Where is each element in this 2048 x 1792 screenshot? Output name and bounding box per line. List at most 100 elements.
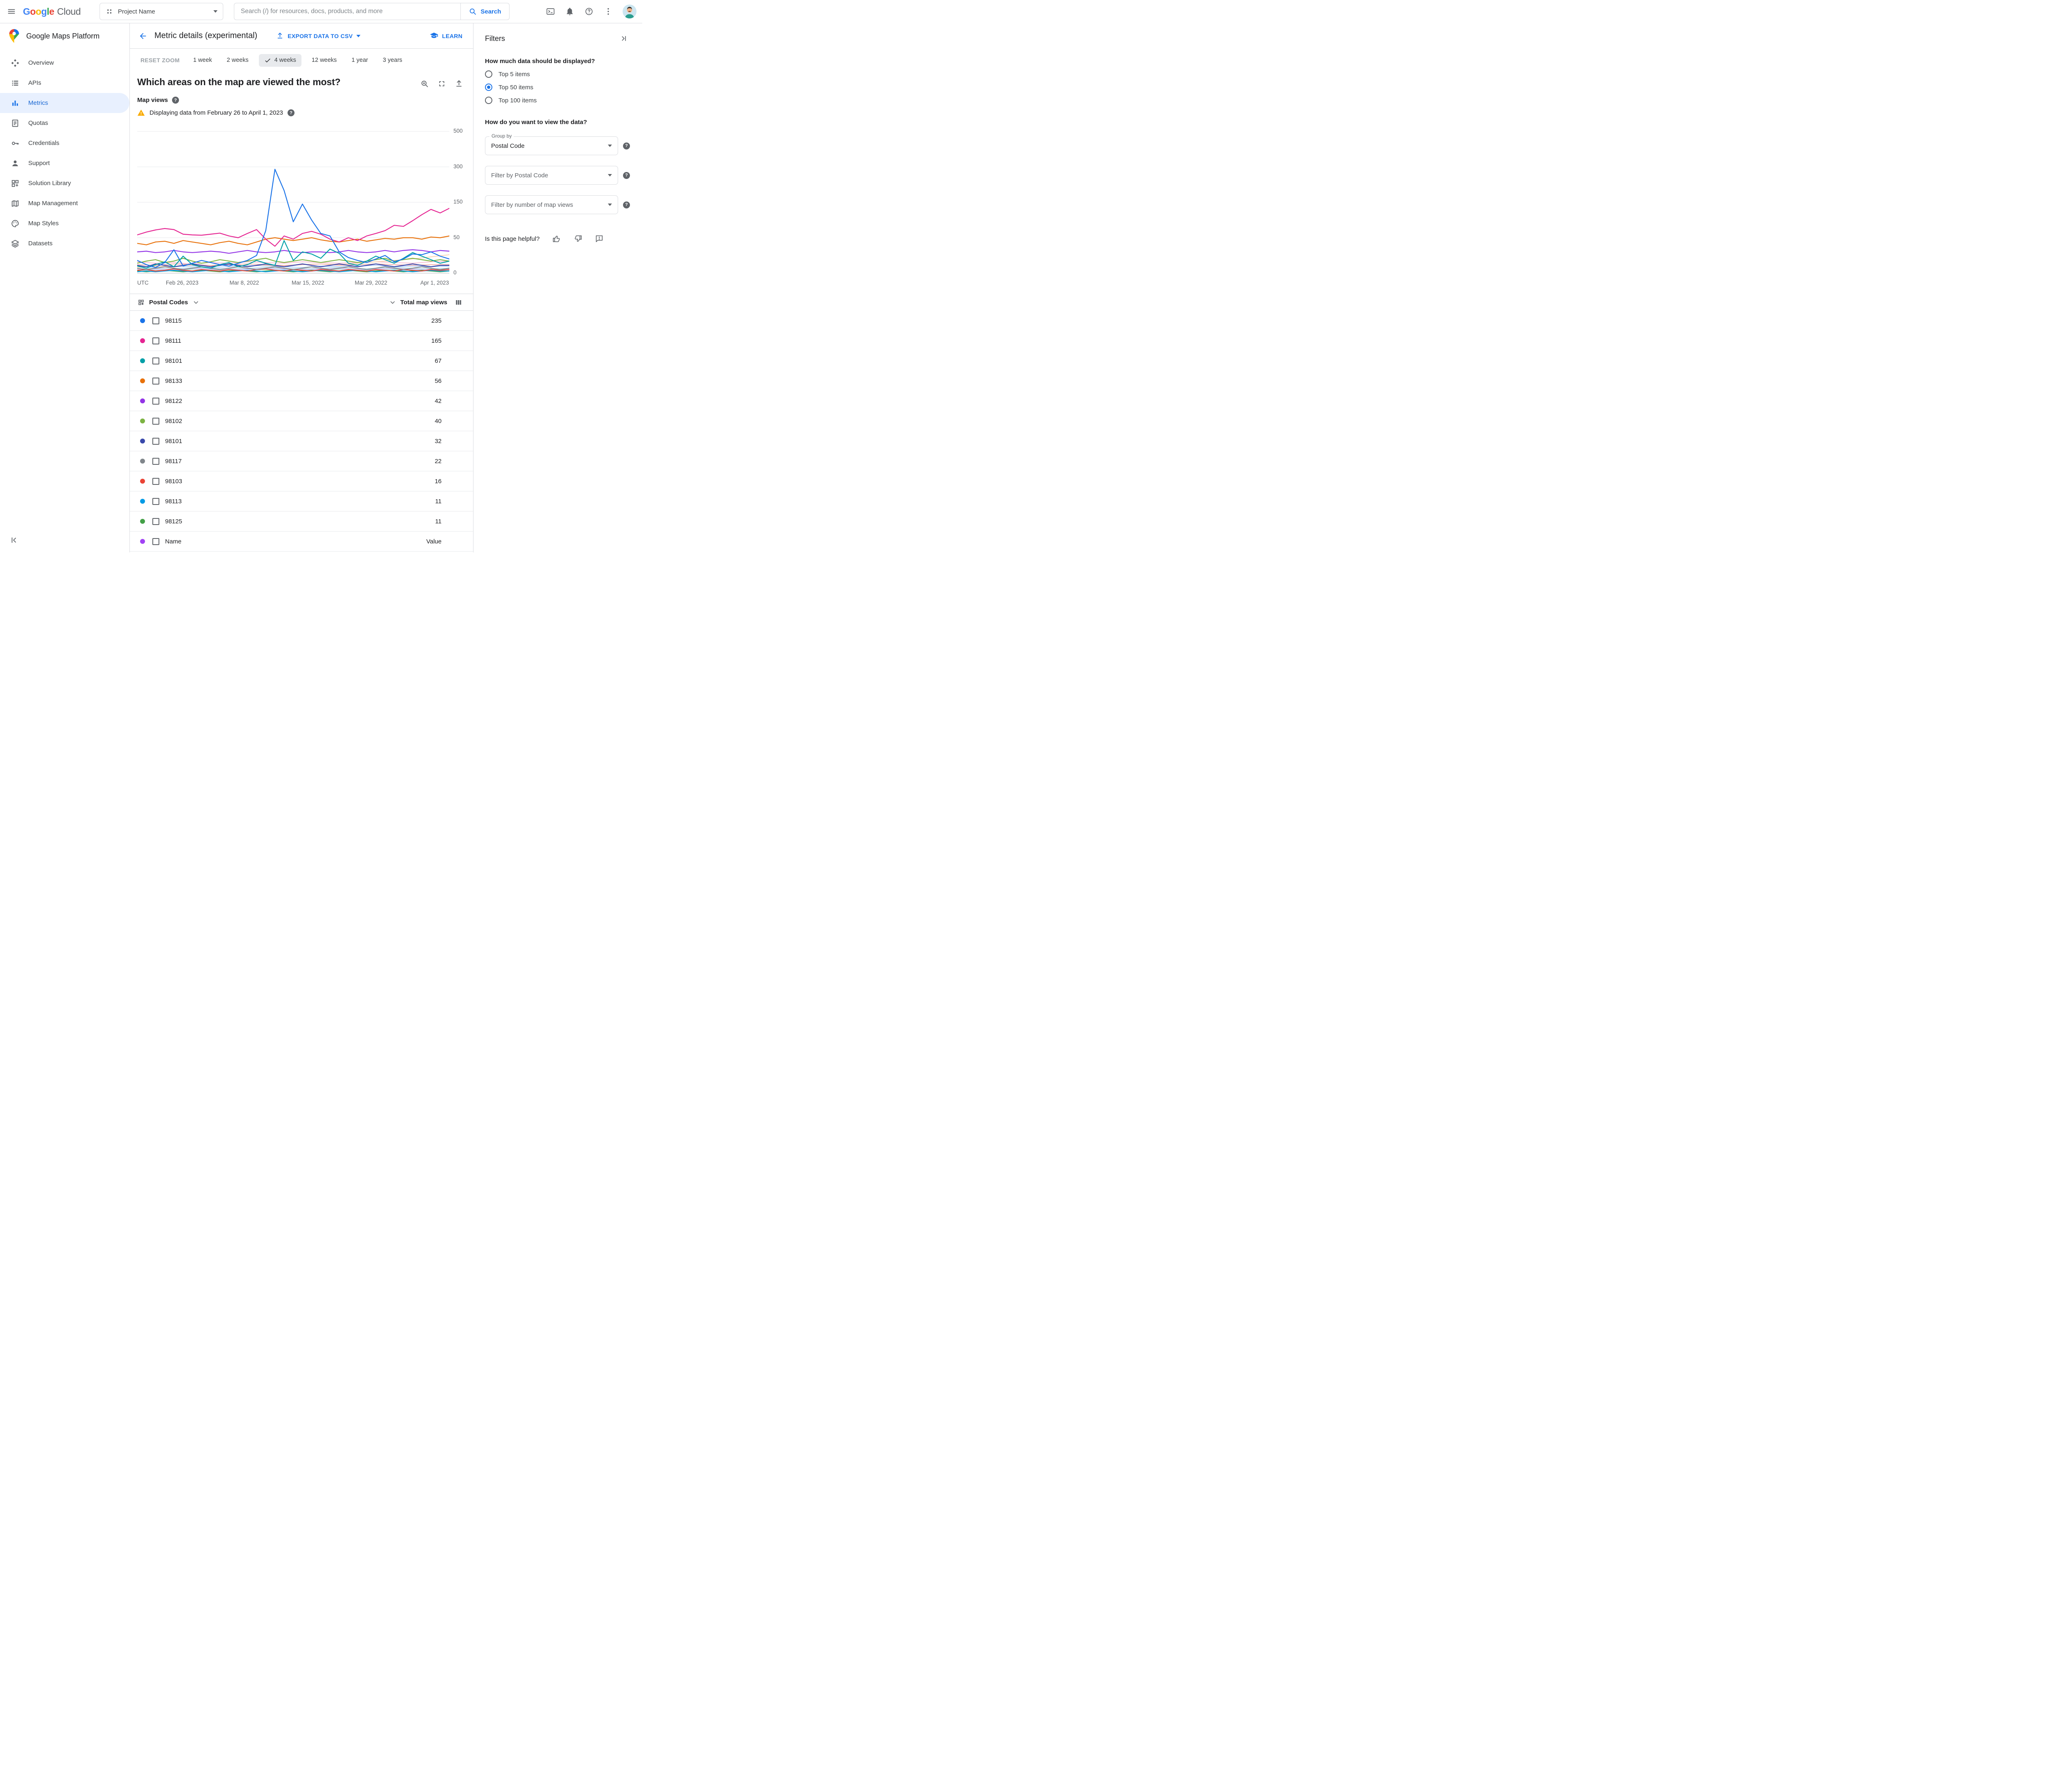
thumbs-down-button[interactable] [572, 233, 584, 244]
close-filters-button[interactable] [618, 32, 630, 45]
reset-zoom-button[interactable]: RESET ZOOM [140, 57, 180, 63]
column-settings-button[interactable] [455, 299, 462, 306]
time-range-1-year[interactable]: 1 year [347, 54, 372, 66]
row-checkbox[interactable] [152, 477, 159, 485]
time-range-3-years[interactable]: 3 years [378, 54, 407, 66]
table-row[interactable]: 98115 235 [130, 311, 473, 331]
help-icon[interactable]: ? [623, 201, 630, 208]
series-color-dot [140, 459, 145, 464]
time-range-1-week[interactable]: 1 week [189, 54, 217, 66]
sidebar-item-support[interactable]: Support [0, 153, 129, 173]
chevron-down-icon [608, 174, 612, 176]
row-checkbox[interactable] [152, 498, 159, 505]
map-views-chart[interactable]: 500 300 150 50 0 [137, 128, 466, 276]
collapse-sidebar-button[interactable] [6, 532, 22, 548]
row-checkbox[interactable] [152, 317, 159, 324]
chart-toolbar [417, 77, 466, 91]
sidebar-item-metrics[interactable]: Metrics [0, 93, 129, 113]
search-button[interactable]: Search [460, 3, 510, 20]
collapse-right-icon [622, 36, 626, 41]
sidebar-item-map-management[interactable]: Map Management [0, 193, 129, 213]
row-checkbox[interactable] [152, 417, 159, 425]
help-icon[interactable]: ? [288, 109, 295, 116]
radio-icon[interactable] [485, 97, 492, 104]
row-checkbox[interactable] [152, 337, 159, 344]
x-axis-tick-label: Mar 29, 2022 [354, 280, 387, 286]
thumbs-up-button[interactable] [551, 233, 562, 244]
export-csv-button[interactable]: EXPORT DATA TO CSV [276, 32, 361, 40]
table-row[interactable]: 98111 165 [130, 331, 473, 351]
postal-code-cell: 98125 [165, 518, 182, 525]
chevron-down-icon [390, 301, 395, 304]
table-row[interactable]: 98122 42 [130, 391, 473, 411]
sidebar-item-apis[interactable]: APIs [0, 73, 129, 93]
table-row[interactable]: 98101 67 [130, 351, 473, 371]
cloud-shell-button[interactable] [542, 3, 559, 20]
row-checkbox[interactable] [152, 518, 159, 525]
row-checkbox[interactable] [152, 397, 159, 405]
help-icon[interactable]: ? [623, 142, 630, 149]
group-by-select[interactable]: Group by Postal Code [485, 133, 618, 155]
sidebar-item-overview[interactable]: Overview [0, 53, 129, 73]
postal-code-cell: 98103 [165, 477, 182, 485]
sidebar-item-map-styles[interactable]: Map Styles [0, 213, 129, 233]
sidebar-item-datasets[interactable]: Datasets [0, 233, 129, 253]
table-row[interactable]: 98102 40 [130, 411, 473, 431]
row-checkbox[interactable] [152, 538, 159, 545]
row-checkbox[interactable] [152, 437, 159, 445]
fullscreen-button[interactable] [435, 77, 449, 91]
help-icon[interactable]: ? [172, 97, 179, 104]
send-feedback-button[interactable] [594, 233, 605, 244]
radio-icon[interactable] [485, 84, 492, 91]
row-checkbox[interactable] [152, 377, 159, 385]
back-button[interactable] [135, 28, 151, 44]
sidebar-item-quotas[interactable]: Quotas [0, 113, 129, 133]
chart-export-button[interactable] [452, 77, 466, 91]
page-header: Metric details (experimental) EXPORT DAT… [130, 23, 473, 49]
zoom-button[interactable] [417, 77, 431, 91]
help-icon[interactable]: ? [623, 172, 630, 179]
group-grid-icon [138, 299, 144, 305]
sidebar-item-credentials[interactable]: Credentials [0, 133, 129, 153]
notifications-button[interactable] [562, 3, 578, 20]
radio-top-5-items[interactable]: Top 5 items [485, 70, 630, 78]
radio-top-50-items[interactable]: Top 50 items [485, 84, 630, 91]
time-range-4-weeks[interactable]: 4 weeks [258, 54, 301, 67]
table-row[interactable]: 98125 11 [130, 511, 473, 532]
project-selector[interactable]: Project Name [99, 3, 223, 20]
radio-icon[interactable] [485, 70, 492, 78]
group-column-header[interactable]: Postal Codes [137, 299, 200, 306]
terminal-icon [546, 8, 555, 15]
data-amount-options: Top 5 items Top 50 items Top 100 items [485, 70, 630, 104]
sidebar-header[interactable]: Google Maps Platform [0, 23, 129, 49]
map-views-filter-select[interactable]: Filter by number of map views [485, 195, 618, 214]
views-filter-placeholder: Filter by number of map views [491, 201, 573, 208]
series-color-dot [140, 358, 145, 363]
table-row[interactable]: Name Value [130, 532, 473, 552]
table-row[interactable]: 98101 32 [130, 431, 473, 451]
learn-link[interactable]: LEARN [430, 32, 462, 40]
time-range-2-weeks[interactable]: 2 weeks [222, 54, 253, 66]
google-cloud-logo[interactable]: Google Cloud [23, 6, 81, 17]
table-row[interactable]: 98117 22 [130, 451, 473, 471]
radio-top-100-items[interactable]: Top 100 items [485, 97, 630, 104]
row-checkbox[interactable] [152, 357, 159, 364]
map-views-value-cell: 165 [431, 337, 442, 344]
row-checkbox[interactable] [152, 457, 159, 465]
sidebar-item-solution-library[interactable]: Solution Library [0, 173, 129, 193]
more-options-button[interactable] [600, 3, 616, 20]
table-row[interactable]: 98113 11 [130, 491, 473, 511]
help-icon [585, 8, 593, 15]
help-button[interactable] [581, 3, 597, 20]
avatar[interactable] [623, 5, 637, 18]
table-row[interactable]: 98133 56 [130, 371, 473, 391]
series-color-dot [140, 539, 145, 544]
table-row[interactable]: 98103 16 [130, 471, 473, 491]
sort-column-header[interactable]: Total map views [389, 299, 447, 306]
search-input[interactable] [233, 3, 460, 20]
postal-code-filter-select[interactable]: Filter by Postal Code [485, 166, 618, 185]
time-range-12-weeks[interactable]: 12 weeks [307, 54, 341, 66]
menu-button[interactable] [3, 3, 20, 20]
vertical-dots-icon [607, 8, 609, 15]
map-views-value-cell: 11 [435, 498, 442, 505]
